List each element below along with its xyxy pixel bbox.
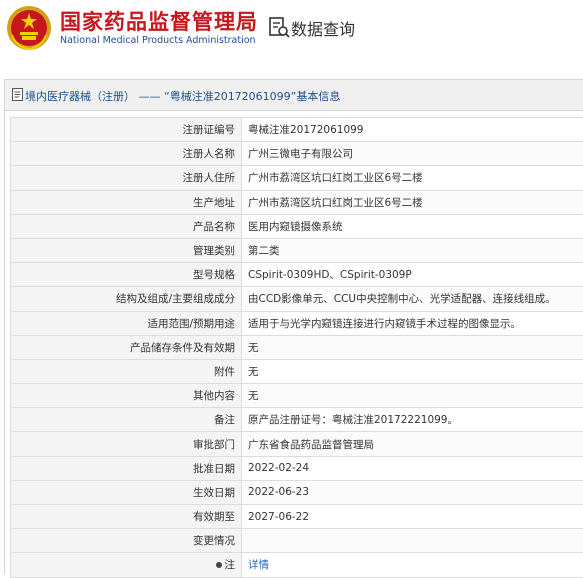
field-label: 产品储存条件及有效期 — [11, 335, 242, 359]
table-row: 注 详情 — [11, 553, 583, 577]
field-value: 无 — [242, 335, 583, 359]
table-row: 管理类别第二类 — [11, 238, 583, 262]
field-label: 产品名称 — [11, 214, 242, 238]
field-label: 生效日期 — [11, 480, 242, 504]
field-value: 粤械注准20172061099 — [242, 118, 583, 142]
field-value — [242, 529, 583, 553]
field-value: 无 — [242, 384, 583, 408]
field-value: 广州市荔湾区坑口红岗工业区6号二楼 — [242, 166, 583, 190]
field-label: 生产地址 — [11, 190, 242, 214]
page-label: 数据查询 — [291, 16, 355, 40]
field-label: 型号规格 — [11, 263, 242, 287]
field-label: 变更情况 — [11, 529, 242, 553]
field-value: 2022-06-23 — [242, 480, 583, 504]
table-row: 生效日期2022-06-23 — [11, 480, 583, 504]
field-label: 批准日期 — [11, 456, 242, 480]
table-row: 生产地址广州市荔湾区坑口红岗工业区6号二楼 — [11, 190, 583, 214]
field-value: CSpirit-0309HD、CSpirit-0309P — [242, 263, 583, 287]
table-row: 产品名称医用内窥镜摄像系统 — [11, 214, 583, 238]
table-row: 产品储存条件及有效期无 — [11, 335, 583, 359]
table-row: 适用范围/预期用途适用于与光学内窥镜连接进行内窥镜手术过程的图像显示。 — [11, 311, 583, 335]
field-label: 适用范围/预期用途 — [11, 311, 242, 335]
table-row: 注册证编号粤械注准20172061099 — [11, 118, 583, 142]
table-row: 注册人住所广州市荔湾区坑口红岗工业区6号二楼 — [11, 166, 583, 190]
table-row: 批准日期2022-02-24 — [11, 456, 583, 480]
field-label: 注册证编号 — [11, 118, 242, 142]
field-value: 第二类 — [242, 238, 583, 262]
field-value: 2022-02-24 — [242, 456, 583, 480]
field-value: 2027-06-22 — [242, 505, 583, 529]
field-label: 注册人名称 — [11, 142, 242, 166]
field-value: 广东省食品药品监督管理局 — [242, 432, 583, 456]
pin-icon — [216, 562, 222, 568]
table-row: 有效期至2027-06-22 — [11, 505, 583, 529]
table-row: 其他内容无 — [11, 384, 583, 408]
field-label: 备注 — [11, 408, 242, 432]
field-value: 广州市荔湾区坑口红岗工业区6号二楼 — [242, 190, 583, 214]
field-value: 原产品注册证号：粤械注准20172221099。 — [242, 408, 583, 432]
document-icon — [12, 88, 23, 101]
field-label: 管理类别 — [11, 238, 242, 262]
table-row: 结构及组成/主要组成成分由CCD影像单元、CCU中央控制中心、光学适配器、连接线… — [11, 287, 583, 311]
panel-title: 境内医疗器械（注册） —— “粤械注准20172061099”基本信息 — [25, 88, 340, 104]
field-value: 详情 — [242, 553, 583, 577]
table-row: 型号规格CSpirit-0309HD、CSpirit-0309P — [11, 263, 583, 287]
field-value: 无 — [242, 359, 583, 383]
field-label: 附件 — [11, 359, 242, 383]
field-value: 适用于与光学内窥镜连接进行内窥镜手术过程的图像显示。 — [242, 311, 583, 335]
table-row: 备注原产品注册证号：粤械注准20172221099。 — [11, 408, 583, 432]
search-document-icon — [268, 16, 290, 38]
detail-panel: 境内医疗器械（注册） —— “粤械注准20172061099”基本信息 注册证编… — [4, 79, 583, 574]
panel-title-bar: 境内医疗器械（注册） —— “粤械注准20172061099”基本信息 — [5, 80, 583, 111]
field-value: 广州三微电子有限公司 — [242, 142, 583, 166]
table-row: 审批部门广东省食品药品监督管理局 — [11, 432, 583, 456]
details-link[interactable]: 详情 — [248, 559, 269, 571]
table-row: 注册人名称广州三微电子有限公司 — [11, 142, 583, 166]
field-label: 注册人住所 — [11, 166, 242, 190]
table-row: 变更情况 — [11, 529, 583, 553]
field-value: 由CCD影像单元、CCU中央控制中心、光学适配器、连接线组成。 — [242, 287, 583, 311]
note-label-cell: 注 — [11, 553, 242, 577]
site-header: 国家药品监督管理局 National Medical Products Admi… — [0, 0, 583, 62]
field-value: 医用内窥镜摄像系统 — [242, 214, 583, 238]
info-table: 注册证编号粤械注准20172061099 注册人名称广州三微电子有限公司 注册人… — [10, 117, 583, 578]
field-label: 有效期至 — [11, 505, 242, 529]
table-row: 附件无 — [11, 359, 583, 383]
org-name-en: National Medical Products Administration — [60, 35, 256, 46]
field-label: 其他内容 — [11, 384, 242, 408]
national-emblem-icon — [6, 5, 52, 51]
field-label: 注 — [225, 559, 236, 571]
org-name-cn: 国家药品监督管理局 — [60, 6, 258, 36]
field-label: 审批部门 — [11, 432, 242, 456]
field-label: 结构及组成/主要组成成分 — [11, 287, 242, 311]
